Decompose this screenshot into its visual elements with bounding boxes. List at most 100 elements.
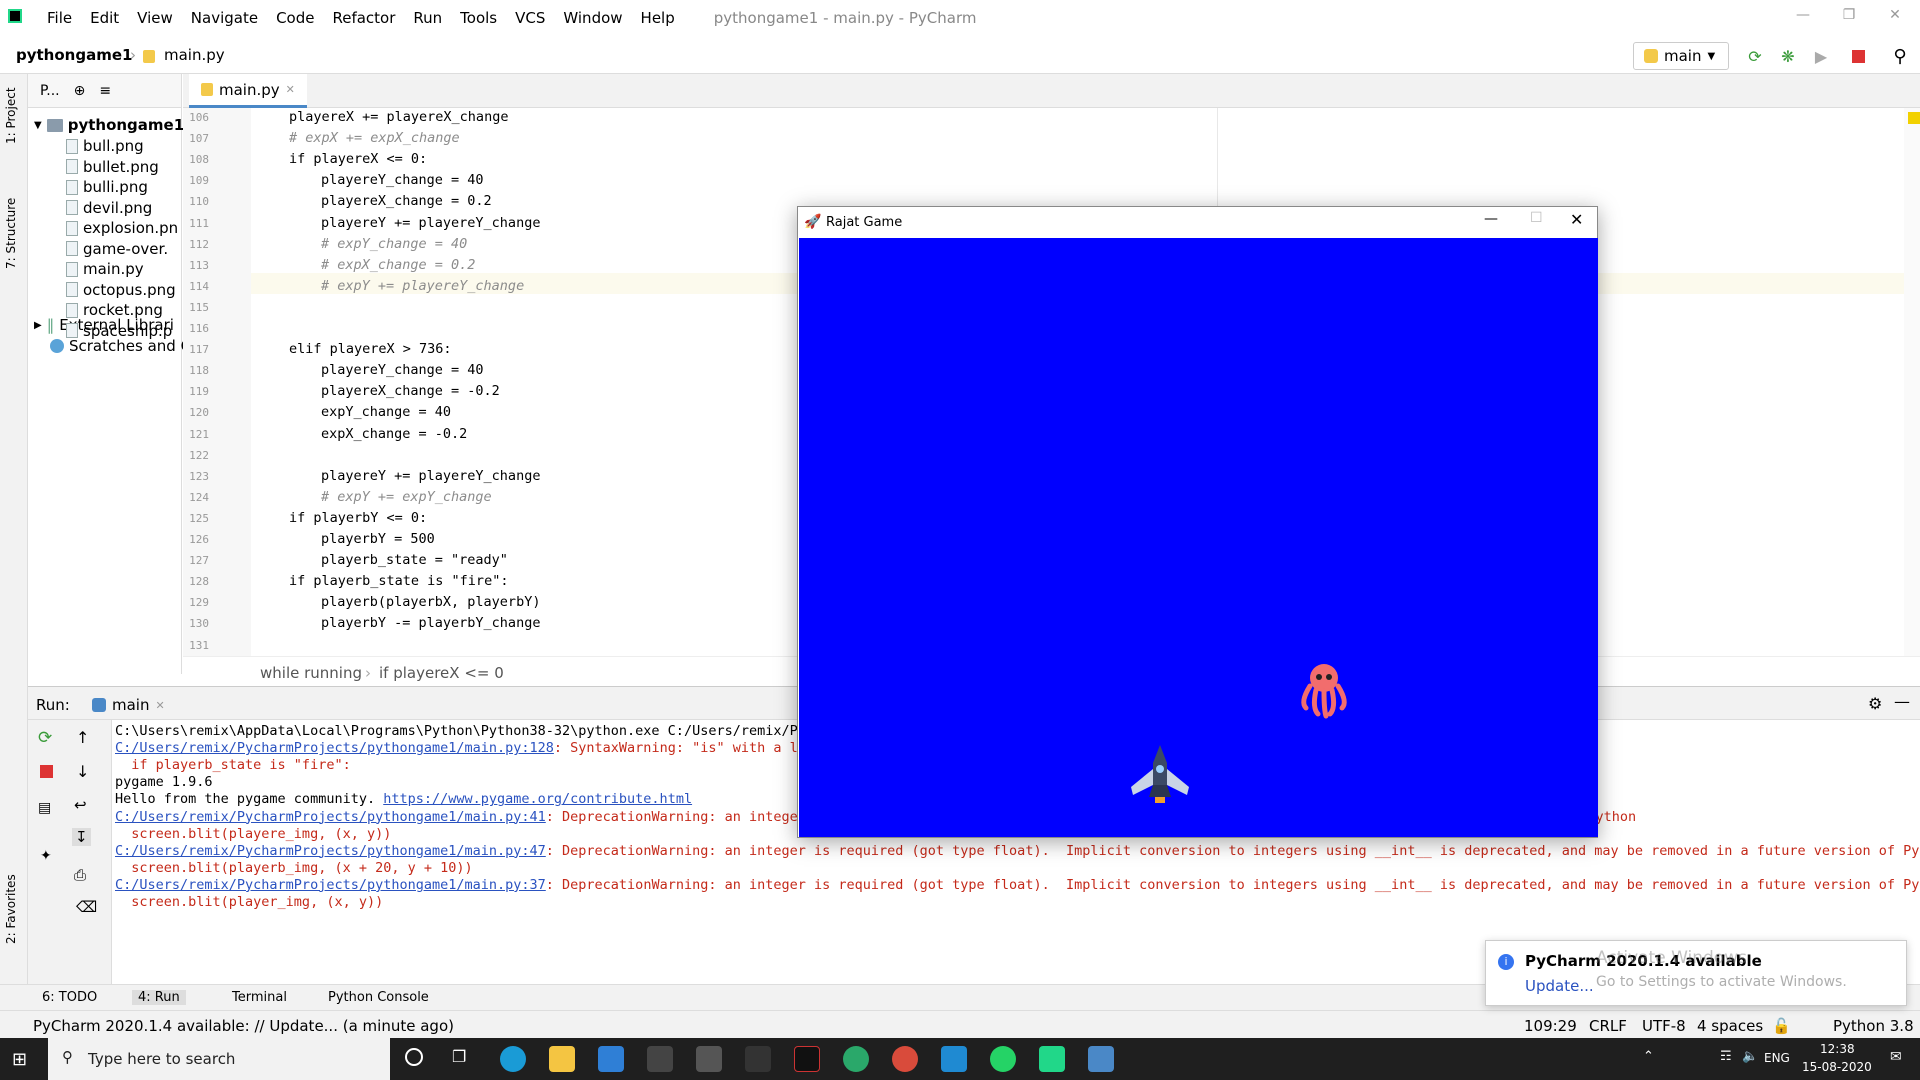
- tab-todo[interactable]: 6: TODO: [42, 990, 97, 1005]
- menu-help[interactable]: Help: [632, 9, 684, 27]
- rerun-icon[interactable]: ⟳: [38, 728, 52, 748]
- cortana-icon[interactable]: [405, 1048, 423, 1066]
- pin-icon[interactable]: ✦: [40, 848, 52, 864]
- tree-file[interactable]: octopus.png: [66, 281, 176, 299]
- tab-python-console[interactable]: Python Console: [328, 990, 429, 1005]
- breadcrumb-if[interactable]: if playereX <= 0: [379, 664, 504, 682]
- menu-tools[interactable]: Tools: [451, 9, 506, 27]
- menu-file[interactable]: File: [38, 9, 81, 27]
- edge-icon[interactable]: [500, 1046, 526, 1072]
- breadcrumb-project[interactable]: pythongame1: [16, 46, 132, 64]
- search-icon[interactable]: ⚲: [1890, 46, 1910, 67]
- game-minimize-button[interactable]: —: [1484, 211, 1498, 227]
- minimize-button[interactable]: —: [1780, 0, 1826, 30]
- project-view-selector[interactable]: P...: [40, 83, 60, 99]
- terminal-icon[interactable]: [794, 1046, 820, 1072]
- settings-gear-icon[interactable]: ⚙: [1868, 694, 1882, 713]
- tree-scratches[interactable]: Scratches and C: [50, 337, 191, 355]
- stop-icon[interactable]: [1848, 46, 1868, 66]
- game-close-button[interactable]: ✕: [1570, 210, 1583, 229]
- coverage-icon[interactable]: ▶: [1811, 46, 1831, 66]
- debug-icon[interactable]: ❋: [1778, 46, 1798, 66]
- update-notification[interactable]: i PyCharm 2020.1.4 available Update... A…: [1485, 940, 1907, 1006]
- clock-time[interactable]: 12:38: [1820, 1042, 1855, 1056]
- tab-terminal[interactable]: Terminal: [232, 990, 287, 1005]
- close-tab-icon[interactable]: ✕: [155, 699, 164, 712]
- task-view-icon[interactable]: ❐: [452, 1047, 466, 1066]
- game-maximize-button[interactable]: ☐: [1530, 210, 1543, 226]
- run-tab[interactable]: main ✕: [92, 696, 165, 714]
- console-file-link[interactable]: C:/Users/remix/PycharmProjects/pythongam…: [115, 877, 546, 893]
- windows-start-icon[interactable]: ⊞: [12, 1049, 27, 1070]
- tree-file[interactable]: devil.png: [66, 199, 152, 217]
- indent-setting[interactable]: 4 spaces: [1697, 1017, 1763, 1035]
- python-game-icon[interactable]: [1088, 1046, 1114, 1072]
- tab-main-py[interactable]: main.py ✕: [189, 74, 307, 108]
- powershell-icon[interactable]: [745, 1046, 771, 1072]
- close-window-button[interactable]: ✕: [1872, 0, 1918, 30]
- file-encoding[interactable]: UTF-8: [1642, 1017, 1686, 1035]
- clear-trash-icon[interactable]: ⌫: [76, 898, 97, 916]
- tray-up-arrow-icon[interactable]: ⌃: [1643, 1049, 1654, 1064]
- menu-view[interactable]: View: [128, 9, 182, 27]
- lock-icon[interactable]: 🔓: [1772, 1017, 1791, 1035]
- settings-icon[interactable]: [647, 1046, 673, 1072]
- menu-edit[interactable]: Edit: [81, 9, 128, 27]
- rerun-icon[interactable]: ⟳: [1745, 46, 1765, 66]
- tree-file[interactable]: game-over.: [66, 240, 168, 258]
- print-icon[interactable]: ⎙: [74, 866, 86, 884]
- volume-icon[interactable]: 🔈: [1742, 1049, 1758, 1064]
- notification-update-link[interactable]: Update...: [1525, 977, 1594, 995]
- console-file-link[interactable]: C:/Users/remix/PycharmProjects/pythongam…: [115, 740, 554, 756]
- vscode-icon[interactable]: [941, 1046, 967, 1072]
- scroll-to-end-icon[interactable]: ↧: [72, 828, 91, 846]
- layout-icon[interactable]: ▤: [38, 800, 51, 816]
- console-file-link[interactable]: C:/Users/remix/PycharmProjects/pythongam…: [115, 843, 546, 859]
- chrome-icon[interactable]: [892, 1046, 918, 1072]
- menu-run[interactable]: Run: [404, 9, 451, 27]
- down-arrow-icon[interactable]: ↓: [76, 762, 89, 781]
- console-file-link[interactable]: C:/Users/remix/PycharmProjects/pythongam…: [115, 809, 546, 825]
- breadcrumb-file[interactable]: main.py: [164, 46, 225, 64]
- taskbar-search[interactable]: ⚲ Type here to search: [48, 1038, 390, 1080]
- stop-icon[interactable]: [40, 765, 53, 778]
- cursor-position[interactable]: 109:29: [1524, 1017, 1577, 1035]
- hide-panel-icon[interactable]: —: [1894, 692, 1910, 711]
- project-tool-tab[interactable]: 1: Project: [4, 87, 18, 144]
- tree-file[interactable]: spaceship.p: [66, 322, 172, 340]
- tab-run[interactable]: 4: Run: [132, 990, 186, 1005]
- network-icon[interactable]: ☶: [1720, 1049, 1732, 1064]
- run-config-selector[interactable]: main ▼: [1633, 42, 1729, 70]
- file-explorer-icon[interactable]: [549, 1046, 575, 1072]
- tree-root[interactable]: ▼ pythongame1: [34, 116, 184, 134]
- browser-icon[interactable]: [843, 1046, 869, 1072]
- notification-center-icon[interactable]: ✉: [1890, 1049, 1902, 1065]
- whatsapp-icon[interactable]: [990, 1046, 1016, 1072]
- favorites-tool-tab[interactable]: 2: Favorites: [4, 874, 18, 944]
- menu-refactor[interactable]: Refactor: [323, 9, 404, 27]
- tree-file[interactable]: bulli.png: [66, 178, 148, 196]
- clock-date[interactable]: 15-08-2020: [1802, 1060, 1872, 1074]
- tree-file[interactable]: bull.png: [66, 137, 144, 155]
- restore-button[interactable]: ❐: [1826, 0, 1872, 30]
- menu-navigate[interactable]: Navigate: [182, 9, 267, 27]
- tree-file[interactable]: rocket.png: [66, 301, 163, 319]
- game-window[interactable]: 🚀 Rajat Game — ☐ ✕: [797, 206, 1598, 838]
- interpreter[interactable]: Python 3.8: [1833, 1017, 1914, 1035]
- line-separator[interactable]: CRLF: [1589, 1017, 1627, 1035]
- soft-wrap-icon[interactable]: ↩: [74, 796, 87, 814]
- menu-code[interactable]: Code: [267, 9, 323, 27]
- locate-icon[interactable]: ⊕: [74, 83, 86, 99]
- game-canvas[interactable]: [799, 238, 1598, 837]
- up-arrow-icon[interactable]: ↑: [76, 728, 89, 747]
- menu-window[interactable]: Window: [554, 9, 631, 27]
- store-icon[interactable]: [696, 1046, 722, 1072]
- breadcrumb-while[interactable]: while running: [260, 664, 362, 682]
- tree-file[interactable]: main.py: [66, 260, 144, 278]
- status-message[interactable]: PyCharm 2020.1.4 available: // Update...…: [33, 1017, 454, 1035]
- pygame-url-link[interactable]: https://www.pygame.org/contribute.html: [383, 791, 692, 807]
- pycharm-icon[interactable]: [1039, 1046, 1065, 1072]
- tree-file[interactable]: bullet.png: [66, 158, 159, 176]
- mail-icon[interactable]: [598, 1046, 624, 1072]
- close-tab-icon[interactable]: ✕: [286, 83, 295, 96]
